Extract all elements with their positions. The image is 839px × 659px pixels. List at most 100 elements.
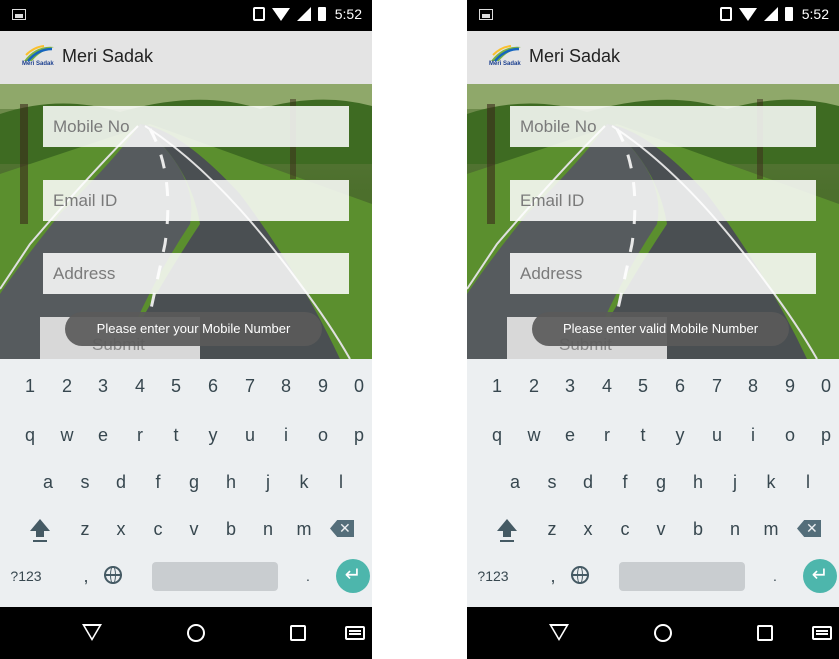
key[interactable]: k (759, 462, 783, 502)
key[interactable]: w (55, 415, 79, 455)
key[interactable]: 6 (201, 366, 225, 406)
key[interactable]: b (219, 509, 243, 549)
key[interactable]: 0 (814, 366, 838, 406)
key[interactable]: v (182, 509, 206, 549)
key[interactable]: s (73, 462, 97, 502)
symbols-key[interactable]: ?123 (6, 556, 46, 596)
space-key[interactable] (619, 562, 745, 591)
mobile-input[interactable]: Mobile No (43, 106, 349, 147)
key[interactable]: d (109, 462, 133, 502)
key[interactable]: j (256, 462, 280, 502)
key[interactable]: l (796, 462, 820, 502)
key[interactable]: 2 (522, 366, 546, 406)
key[interactable]: 5 (631, 366, 655, 406)
key[interactable]: c (146, 509, 170, 549)
key[interactable]: y (668, 415, 692, 455)
address-input[interactable]: Address (510, 253, 816, 294)
key[interactable]: z (540, 509, 564, 549)
key[interactable]: v (649, 509, 673, 549)
key[interactable]: 1 (485, 366, 509, 406)
key[interactable]: e (91, 415, 115, 455)
recents-icon[interactable] (290, 625, 306, 641)
key[interactable]: o (311, 415, 335, 455)
shift-icon[interactable] (30, 519, 50, 542)
key[interactable]: r (128, 415, 152, 455)
key[interactable]: i (741, 415, 765, 455)
key[interactable]: 5 (164, 366, 188, 406)
key[interactable]: j (723, 462, 747, 502)
key[interactable]: l (329, 462, 353, 502)
email-input[interactable]: Email ID (510, 180, 816, 221)
key[interactable]: 4 (128, 366, 152, 406)
space-key[interactable] (152, 562, 278, 591)
globe-icon[interactable] (104, 566, 122, 584)
home-icon[interactable] (654, 624, 672, 642)
key[interactable]: 1 (18, 366, 42, 406)
key[interactable]: o (778, 415, 802, 455)
key[interactable]: u (705, 415, 729, 455)
key[interactable]: n (723, 509, 747, 549)
key[interactable]: 7 (238, 366, 262, 406)
key[interactable]: f (146, 462, 170, 502)
enter-icon[interactable]: ↵ (803, 559, 837, 593)
key[interactable]: h (219, 462, 243, 502)
key[interactable]: 9 (778, 366, 802, 406)
key[interactable]: p (347, 415, 371, 455)
email-input[interactable]: Email ID (43, 180, 349, 221)
key[interactable]: r (595, 415, 619, 455)
key[interactable]: 0 (347, 366, 371, 406)
key[interactable]: 2 (55, 366, 79, 406)
key[interactable]: g (649, 462, 673, 502)
key[interactable]: d (576, 462, 600, 502)
key[interactable]: m (292, 509, 316, 549)
key[interactable]: a (503, 462, 527, 502)
key[interactable]: 8 (741, 366, 765, 406)
back-icon[interactable] (82, 624, 102, 641)
key[interactable]: 4 (595, 366, 619, 406)
key[interactable]: 9 (311, 366, 335, 406)
key[interactable]: g (182, 462, 206, 502)
period-key[interactable]: . (767, 556, 783, 596)
recents-icon[interactable] (757, 625, 773, 641)
key[interactable]: 6 (668, 366, 692, 406)
enter-icon[interactable]: ↵ (336, 559, 370, 593)
symbols-key[interactable]: ?123 (473, 556, 513, 596)
key[interactable]: m (759, 509, 783, 549)
shift-icon[interactable] (497, 519, 517, 542)
comma-key[interactable]: , (545, 556, 561, 596)
key[interactable]: h (686, 462, 710, 502)
period-key[interactable]: . (300, 556, 316, 596)
keyboard-icon[interactable] (345, 626, 365, 640)
key[interactable]: t (164, 415, 188, 455)
key[interactable]: e (558, 415, 582, 455)
key[interactable]: y (201, 415, 225, 455)
key[interactable]: 8 (274, 366, 298, 406)
key[interactable]: a (36, 462, 60, 502)
mobile-input[interactable]: Mobile No (510, 106, 816, 147)
key[interactable]: q (485, 415, 509, 455)
backspace-icon[interactable]: ✕ (330, 520, 354, 537)
back-icon[interactable] (549, 624, 569, 641)
key[interactable]: 3 (91, 366, 115, 406)
comma-key[interactable]: , (78, 556, 94, 596)
key[interactable]: 3 (558, 366, 582, 406)
address-input[interactable]: Address (43, 253, 349, 294)
key[interactable]: q (18, 415, 42, 455)
key[interactable]: w (522, 415, 546, 455)
home-icon[interactable] (187, 624, 205, 642)
key[interactable]: z (73, 509, 97, 549)
key[interactable]: u (238, 415, 262, 455)
key[interactable]: 7 (705, 366, 729, 406)
key[interactable]: x (576, 509, 600, 549)
key[interactable]: i (274, 415, 298, 455)
keyboard-icon[interactable] (812, 626, 832, 640)
key[interactable]: t (631, 415, 655, 455)
key[interactable]: k (292, 462, 316, 502)
key[interactable]: f (613, 462, 637, 502)
backspace-icon[interactable]: ✕ (797, 520, 821, 537)
key[interactable]: n (256, 509, 280, 549)
key[interactable]: b (686, 509, 710, 549)
key[interactable]: s (540, 462, 564, 502)
key[interactable]: x (109, 509, 133, 549)
key[interactable]: c (613, 509, 637, 549)
